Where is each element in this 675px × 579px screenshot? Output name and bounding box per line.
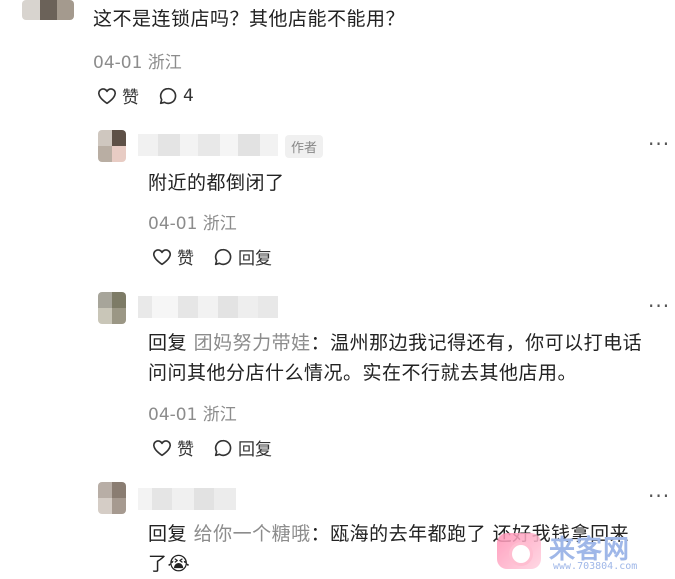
avatar[interactable] [22, 0, 74, 20]
author-badge: 作者 [285, 135, 324, 158]
comment-actions: 赞 回复 [151, 435, 290, 460]
like-button[interactable]: 赞 [151, 244, 194, 269]
like-label: 赞 [177, 440, 194, 460]
like-label: 赞 [177, 249, 194, 269]
comment-text: 附近的都倒闭了 [148, 172, 285, 194]
comment-button[interactable]: 4 [157, 85, 194, 107]
comment-text: 这不是连锁店吗？其他店能不能用？ [93, 8, 406, 30]
reply-separator: ： [310, 332, 331, 354]
comment-text-line: 温州那边我记得还有，你可以打电话 [330, 332, 643, 354]
avatar[interactable] [98, 130, 126, 162]
comment-meta: 04-01 浙江 [93, 53, 182, 73]
avatar[interactable] [98, 482, 126, 514]
author-name [138, 488, 236, 510]
more-button[interactable]: ··· [648, 132, 670, 156]
comment-bubble-icon [214, 439, 232, 456]
watermark-url: www.703804.com [553, 561, 638, 572]
avatar[interactable] [98, 292, 126, 324]
heart-icon [97, 87, 117, 104]
comment-count: 4 [183, 85, 194, 106]
watermark: 来客网 www.703804.com [497, 525, 667, 575]
comment-bubble-icon [159, 87, 177, 104]
heart-icon [152, 439, 172, 456]
heart-icon [152, 248, 172, 265]
reply-keyword: 回复 [148, 332, 188, 354]
reply-label: 回复 [238, 249, 272, 269]
like-label: 赞 [122, 88, 139, 108]
comment-meta: 04-01 浙江 [148, 214, 237, 234]
reply-separator: ： [310, 523, 331, 545]
crying-emoji: 😭 [167, 553, 191, 575]
comment-meta: 04-01 浙江 [148, 405, 237, 425]
reply-to-user[interactable]: 给你一个糖哦 [194, 523, 311, 545]
reply-label: 回复 [238, 440, 272, 460]
author-name [138, 296, 278, 318]
comment-text-line: 问问其他分店什么情况。实在不行就去其他店用。 [148, 362, 578, 384]
reply-to-user[interactable]: 团妈努力带娃 [194, 332, 311, 354]
comment-actions: 赞 4 [96, 83, 212, 108]
reply-button[interactable]: 回复 [212, 435, 272, 460]
reply-button[interactable]: 回复 [212, 244, 272, 269]
reply-keyword: 回复 [148, 523, 188, 545]
comment-text-line: 了 [148, 553, 168, 575]
comment-text: 回复 团妈努力带娃：温州那边我记得还有，你可以打电话 问问其他分店什么情况。实在… [148, 328, 675, 388]
like-button[interactable]: 赞 [151, 435, 194, 460]
comment-actions: 赞 回复 [151, 244, 290, 269]
watermark-logo-icon [497, 533, 541, 569]
more-button[interactable]: ··· [648, 294, 670, 318]
like-button[interactable]: 赞 [96, 83, 139, 108]
comment-bubble-icon [214, 248, 232, 265]
more-button[interactable]: ··· [648, 484, 670, 508]
author-name [138, 134, 278, 156]
